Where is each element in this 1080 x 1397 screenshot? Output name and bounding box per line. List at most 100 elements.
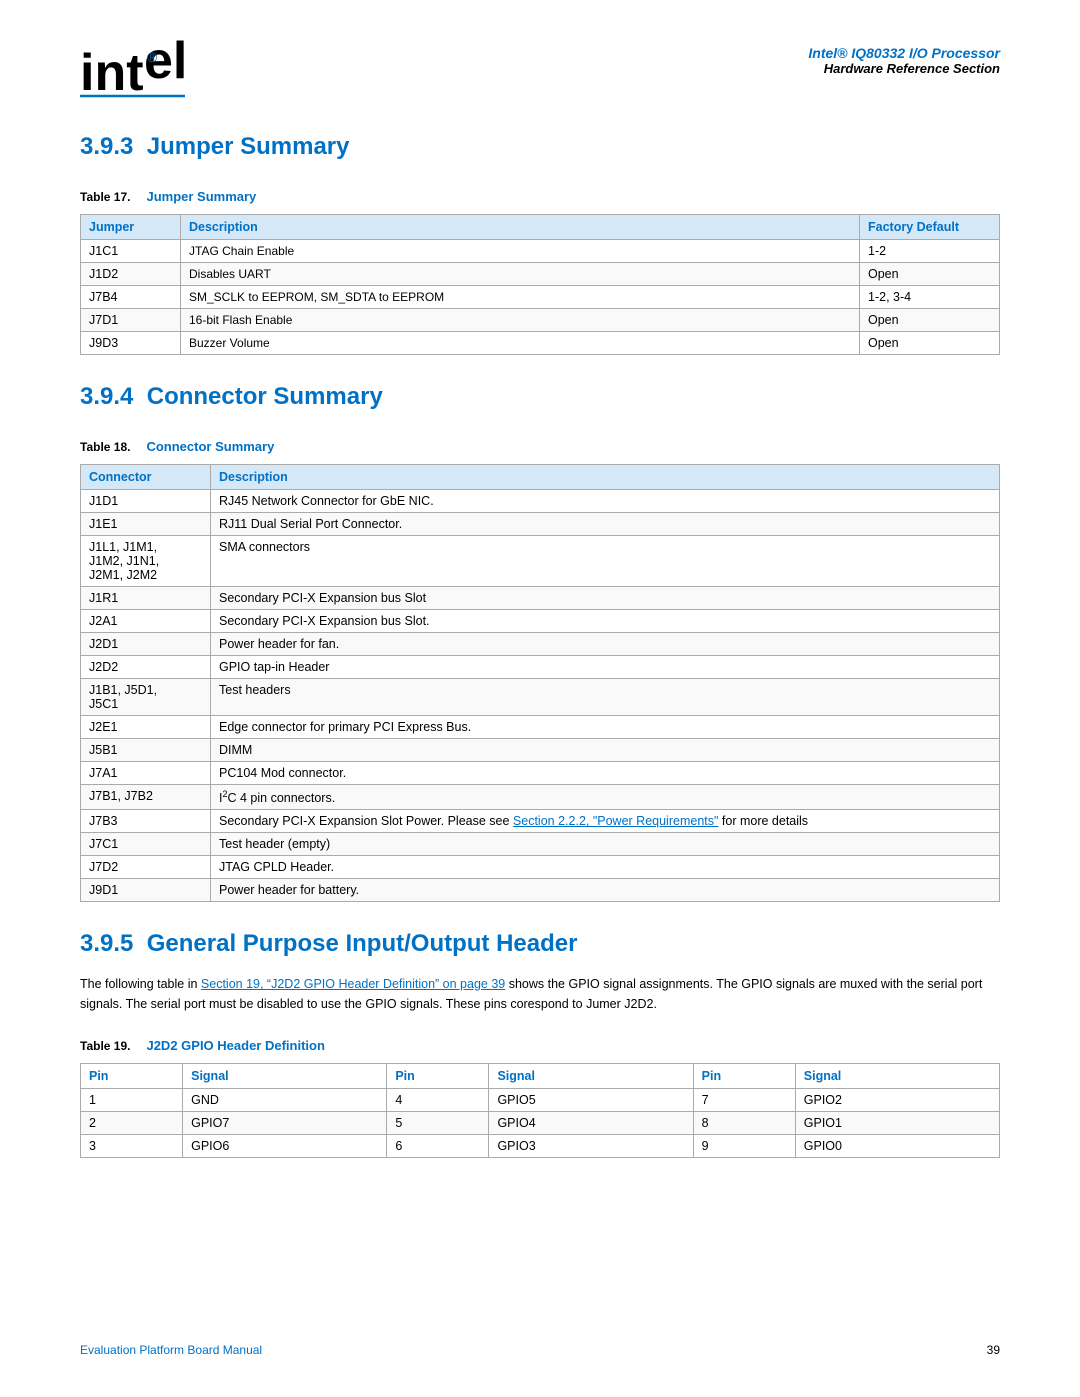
- gpio-cell: 8: [693, 1112, 795, 1135]
- section-395-body: The following table in Section 19, “J2D2…: [80, 974, 1000, 1014]
- connector-desc-cell: JTAG CPLD Header.: [211, 856, 1000, 879]
- connector-desc-cell: RJ11 Dual Serial Port Connector.: [211, 513, 1000, 536]
- header-section-title: Hardware Reference Section: [808, 61, 1000, 76]
- connector-link[interactable]: Section 2.2.2, "Power Requirements": [513, 814, 719, 828]
- table-18-title: Connector Summary: [146, 439, 274, 454]
- gpio-cell: 3: [81, 1135, 183, 1158]
- th-connector: Connector: [81, 465, 211, 490]
- table-17-label-row: Table 17. Jumper Summary: [80, 177, 1000, 210]
- table-18-label-row: Table 18. Connector Summary: [80, 427, 1000, 460]
- section-393-heading: 3.9.3 Jumper Summary: [80, 133, 1000, 161]
- connector-desc-cell: Edge connector for primary PCI Express B…: [211, 716, 1000, 739]
- table-row: J7B3Secondary PCI-X Expansion Slot Power…: [81, 810, 1000, 833]
- table-cell: Open: [860, 263, 1000, 286]
- gpio-cell: 2: [81, 1112, 183, 1135]
- table-row: J2D1Power header for fan.: [81, 633, 1000, 656]
- gpio-cell: GPIO7: [183, 1112, 387, 1135]
- gpio-cell: GPIO1: [795, 1112, 999, 1135]
- table-cell: 1-2: [860, 240, 1000, 263]
- table-row: J9D1Power header for battery.: [81, 879, 1000, 902]
- table-18-num: Table 18.: [80, 440, 130, 454]
- table-row: 1GND4GPIO57GPIO2: [81, 1089, 1000, 1112]
- table-17-title: Jumper Summary: [146, 189, 256, 204]
- table-cell: J7B4: [81, 286, 181, 309]
- connector-cell: J7C1: [81, 833, 211, 856]
- table-row: J7D2JTAG CPLD Header.: [81, 856, 1000, 879]
- table-row: J5B1DIMM: [81, 739, 1000, 762]
- table-row: J1D1RJ45 Network Connector for GbE NIC.: [81, 490, 1000, 513]
- connector-cell: J7B3: [81, 810, 211, 833]
- table-17-num: Table 17.: [80, 190, 130, 204]
- connector-cell: J2D1: [81, 633, 211, 656]
- gpio-cell: 1: [81, 1089, 183, 1112]
- th-jumper: Jumper: [81, 215, 181, 240]
- table-row: J7C1Test header (empty): [81, 833, 1000, 856]
- table-row: J7B4SM_SCLK to EEPROM, SM_SDTA to EEPROM…: [81, 286, 1000, 309]
- header-right: Intel® IQ80332 I/O Processor Hardware Re…: [808, 45, 1000, 76]
- gpio-cell: 5: [387, 1112, 489, 1135]
- table-row: J1E1RJ11 Dual Serial Port Connector.: [81, 513, 1000, 536]
- connector-cell: J7A1: [81, 762, 211, 785]
- section-395: 3.9.5 General Purpose Input/Output Heade…: [80, 930, 1000, 1158]
- gpio-cell: 4: [387, 1089, 489, 1112]
- table-cell: Buzzer Volume: [181, 332, 860, 355]
- connector-desc-cell: Test header (empty): [211, 833, 1000, 856]
- th-pin-3: Pin: [693, 1064, 795, 1089]
- gpio-cell: GPIO0: [795, 1135, 999, 1158]
- svg-text:el: el: [144, 40, 187, 90]
- connector-desc-cell: Power header for battery.: [211, 879, 1000, 902]
- connector-cell: J1D1: [81, 490, 211, 513]
- gpio-table: Pin Signal Pin Signal Pin Signal 1GND4GP…: [80, 1063, 1000, 1158]
- connector-cell: J1L1, J1M1, J1M2, J1N1, J2M1, J2M2: [81, 536, 211, 587]
- connector-desc-cell: Secondary PCI-X Expansion bus Slot.: [211, 610, 1000, 633]
- table-row: J2D2GPIO tap-in Header: [81, 656, 1000, 679]
- connector-cell: J7B1, J7B2: [81, 785, 211, 810]
- gpio-cell: GPIO2: [795, 1089, 999, 1112]
- page-header: int el ® Intel® IQ80332 I/O Processor Ha…: [80, 40, 1000, 103]
- svg-text:®: ®: [147, 49, 158, 65]
- th-description: Description: [181, 215, 860, 240]
- connector-desc-cell: Power header for fan.: [211, 633, 1000, 656]
- connector-desc-cell: DIMM: [211, 739, 1000, 762]
- connector-summary-table: Connector Description J1D1RJ45 Network C…: [80, 464, 1000, 902]
- connector-desc-cell: I2C 4 pin connectors.: [211, 785, 1000, 810]
- gpio-cell: GPIO4: [489, 1112, 693, 1135]
- table-19-title: J2D2 GPIO Header Definition: [146, 1038, 324, 1053]
- table-cell: Open: [860, 332, 1000, 355]
- table-row: J1L1, J1M1, J1M2, J1N1, J2M1, J2M2SMA co…: [81, 536, 1000, 587]
- connector-cell: J2E1: [81, 716, 211, 739]
- table-row: 2GPIO75GPIO48GPIO1: [81, 1112, 1000, 1135]
- connector-desc-cell: Secondary PCI-X Expansion Slot Power. Pl…: [211, 810, 1000, 833]
- header-product-title: Intel® IQ80332 I/O Processor: [808, 45, 1000, 61]
- th-pin-2: Pin: [387, 1064, 489, 1089]
- table-19-num: Table 19.: [80, 1039, 130, 1053]
- section-394-heading: 3.9.4 Connector Summary: [80, 383, 1000, 411]
- table-row: J7A1PC104 Mod connector.: [81, 762, 1000, 785]
- connector-cell: J2D2: [81, 656, 211, 679]
- gpio-cell: 9: [693, 1135, 795, 1158]
- footer-manual-title[interactable]: Evaluation Platform Board Manual: [80, 1343, 262, 1357]
- table-row: J1R1Secondary PCI-X Expansion bus Slot: [81, 587, 1000, 610]
- connector-cell: J1B1, J5D1, J5C1: [81, 679, 211, 716]
- gpio-cell: GND: [183, 1089, 387, 1112]
- table-row: J2A1Secondary PCI-X Expansion bus Slot.: [81, 610, 1000, 633]
- footer-page-number: 39: [987, 1343, 1000, 1357]
- table-row: J1C1JTAG Chain Enable1-2: [81, 240, 1000, 263]
- connector-cell: J5B1: [81, 739, 211, 762]
- connector-desc-cell: SMA connectors: [211, 536, 1000, 587]
- table-19-label-row: Table 19. J2D2 GPIO Header Definition: [80, 1026, 1000, 1059]
- gpio-cell: GPIO5: [489, 1089, 693, 1112]
- connector-desc-cell: GPIO tap-in Header: [211, 656, 1000, 679]
- body-link[interactable]: Section 19, “J2D2 GPIO Header Definition…: [201, 977, 505, 991]
- connector-desc-cell: Test headers: [211, 679, 1000, 716]
- table-cell: SM_SCLK to EEPROM, SM_SDTA to EEPROM: [181, 286, 860, 309]
- svg-text:int: int: [80, 44, 144, 100]
- table-row: J1B1, J5D1, J5C1Test headers: [81, 679, 1000, 716]
- table-cell: 16-bit Flash Enable: [181, 309, 860, 332]
- section-394: 3.9.4 Connector Summary Table 18. Connec…: [80, 383, 1000, 902]
- jumper-summary-table: Jumper Description Factory Default J1C1J…: [80, 214, 1000, 355]
- page-footer: Evaluation Platform Board Manual 39: [80, 1343, 1000, 1357]
- table-row: J2E1Edge connector for primary PCI Expre…: [81, 716, 1000, 739]
- connector-desc-cell: PC104 Mod connector.: [211, 762, 1000, 785]
- intel-logo: int el ®: [80, 40, 190, 103]
